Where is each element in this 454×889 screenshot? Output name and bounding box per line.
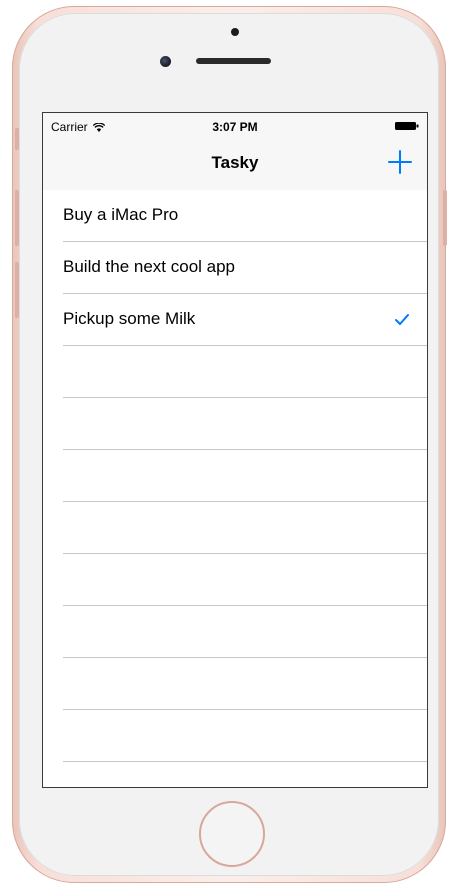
task-label: Pickup some Milk <box>63 309 196 328</box>
earpiece-speaker <box>196 58 271 64</box>
status-time: 3:07 PM <box>212 120 258 134</box>
task-row[interactable]: Build the next cool app <box>63 242 427 294</box>
task-list: Buy a iMac Pro Build the next cool app P… <box>43 190 427 787</box>
proximity-sensor <box>231 28 239 36</box>
empty-row <box>63 658 427 710</box>
power-button <box>443 190 447 246</box>
navigation-bar: Tasky <box>43 139 427 190</box>
volume-up-button <box>15 190 19 246</box>
mute-switch <box>15 128 19 150</box>
empty-row <box>63 398 427 450</box>
task-row[interactable]: Pickup some Milk <box>63 294 427 346</box>
status-bar: Carrier 3:07 PM <box>43 113 427 139</box>
task-row[interactable]: Buy a iMac Pro <box>63 190 427 242</box>
empty-row <box>63 710 427 762</box>
plus-icon <box>388 150 412 174</box>
screen: Carrier 3:07 PM Tasky Buy a iMac Pro Bui… <box>42 112 428 788</box>
volume-down-button <box>15 262 19 318</box>
add-task-button[interactable] <box>387 149 413 175</box>
empty-row <box>63 450 427 502</box>
task-label: Buy a iMac Pro <box>63 205 179 224</box>
page-title: Tasky <box>211 153 259 172</box>
empty-row <box>63 606 427 658</box>
empty-row <box>63 346 427 398</box>
task-label: Build the next cool app <box>63 257 236 276</box>
empty-row <box>63 554 427 606</box>
battery-icon <box>395 122 419 130</box>
empty-row <box>63 502 427 554</box>
front-camera <box>160 56 171 67</box>
checkmark-icon <box>395 314 409 325</box>
home-button[interactable] <box>199 801 265 867</box>
